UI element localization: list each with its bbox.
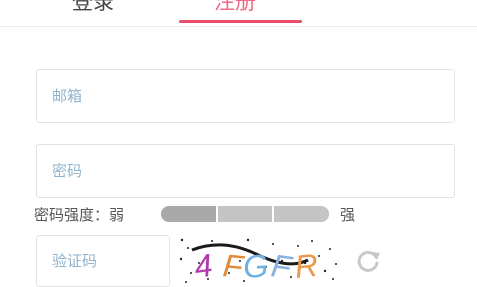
strength-segment-weak <box>161 206 216 222</box>
captcha-char-5: R <box>293 247 320 285</box>
strength-segment-strong <box>272 206 329 222</box>
captcha-field[interactable] <box>36 235 170 287</box>
auth-tabs: 登录 注册 <box>0 0 477 27</box>
password-strength: 密码强度：弱 强 <box>34 203 474 225</box>
refresh-icon[interactable] <box>353 246 383 276</box>
password-field[interactable] <box>36 144 455 198</box>
active-tab-indicator <box>179 20 302 23</box>
captcha-char-4: F <box>269 247 296 286</box>
captcha-char-1: 4 <box>192 247 215 285</box>
tab-login[interactable]: 登录 <box>72 0 114 16</box>
tab-register[interactable]: 注册 <box>214 0 256 16</box>
captcha-char-3: G <box>242 247 269 285</box>
password-strength-label: 密码强度：弱 <box>34 206 125 224</box>
password-strength-meter <box>161 206 329 222</box>
password-strength-strong-label: 强 <box>340 206 356 224</box>
email-field[interactable] <box>36 69 455 123</box>
captcha-image[interactable]: 4 F G F R <box>178 232 342 287</box>
captcha-glyphs: 4 F G F R <box>192 247 320 286</box>
captcha-input[interactable] <box>37 236 169 286</box>
strength-segment-medium <box>215 206 273 222</box>
email-input[interactable] <box>37 70 454 122</box>
password-input[interactable] <box>37 145 454 197</box>
